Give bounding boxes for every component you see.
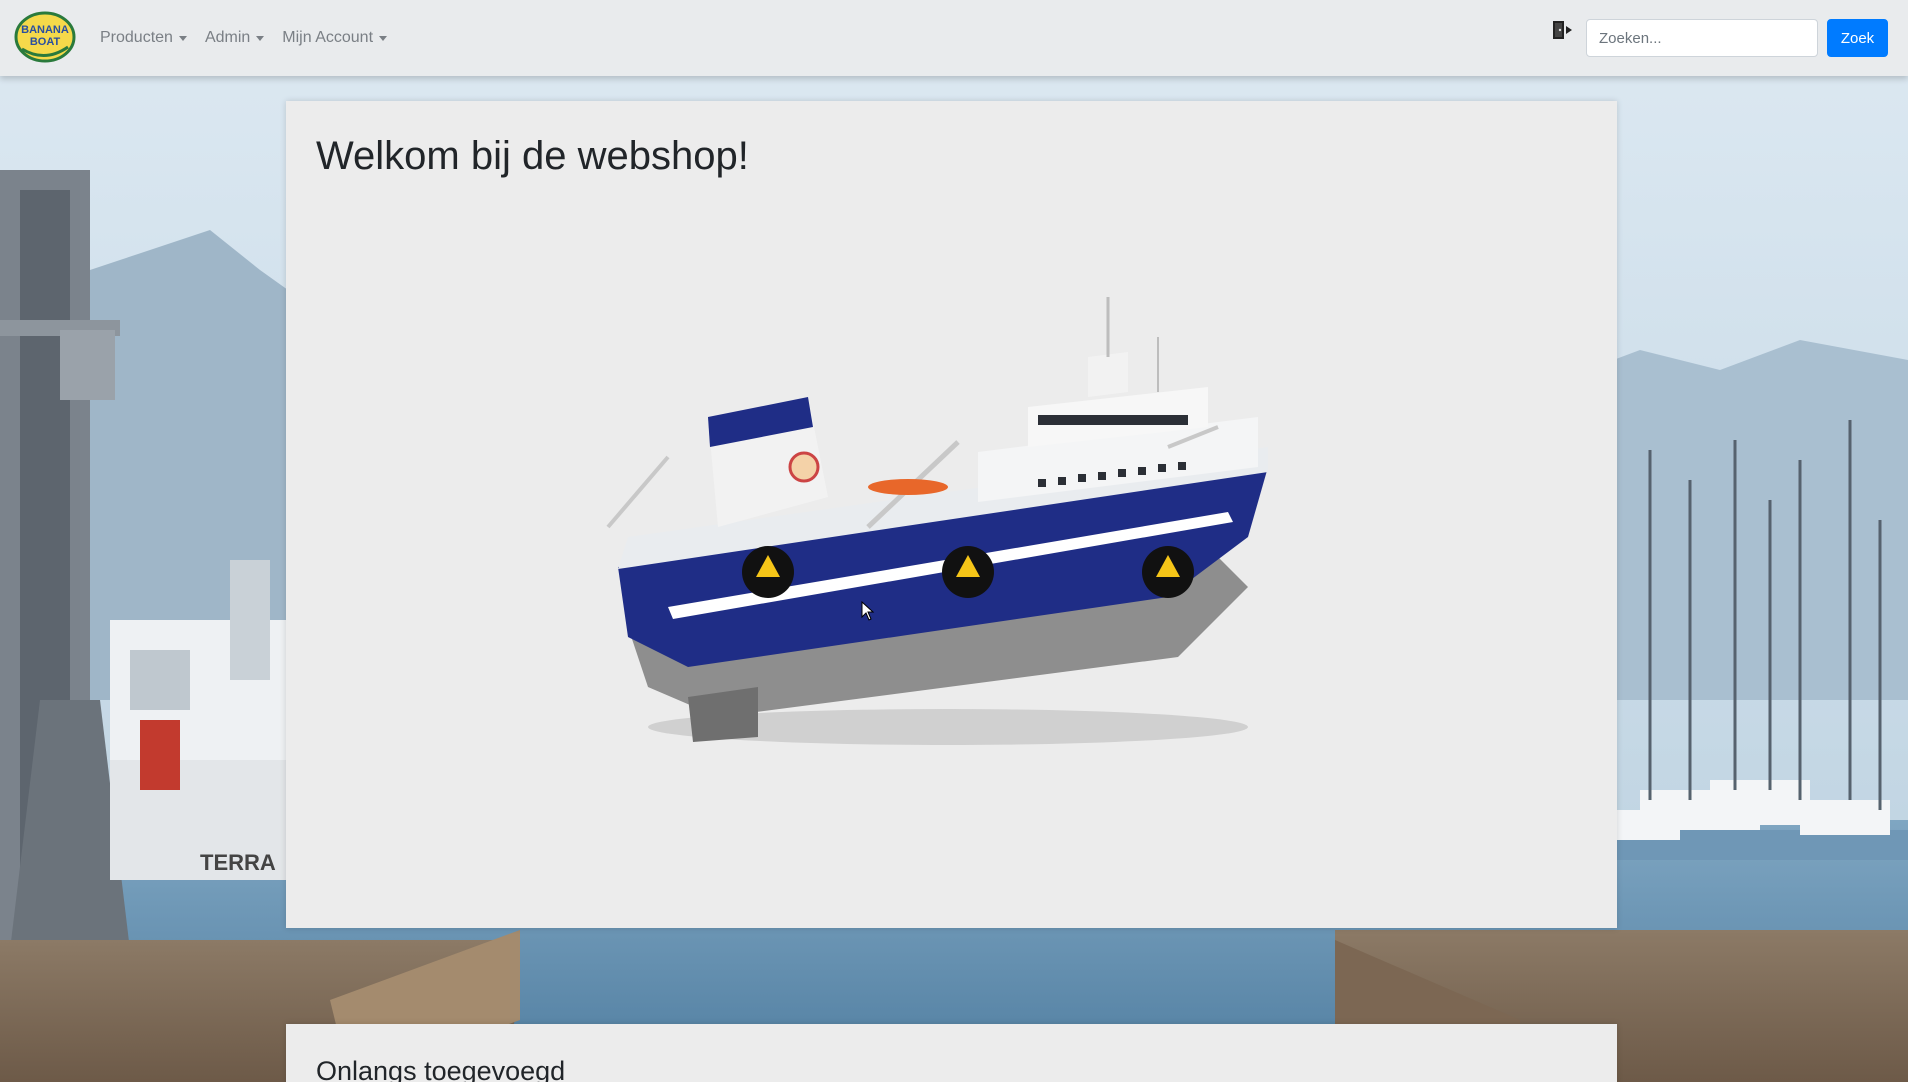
warning-badge bbox=[742, 546, 794, 598]
top-navbar: BANANA BOAT Producten Admin Mijn Account… bbox=[0, 0, 1908, 76]
logout-icon[interactable] bbox=[1551, 19, 1575, 41]
warning-badge bbox=[1142, 546, 1194, 598]
chevron-down-icon bbox=[379, 36, 388, 41]
menu-producten-label: Producten bbox=[100, 29, 173, 46]
main-menu: Producten Admin Mijn Account bbox=[100, 0, 388, 76]
page-title: Welkom bij de webshop! bbox=[316, 134, 749, 178]
menu-admin-label: Admin bbox=[204, 29, 251, 46]
warning-badge bbox=[942, 546, 994, 598]
logo-text-bottom: BOAT bbox=[30, 36, 61, 48]
logo-text-top: BANANA bbox=[21, 24, 69, 36]
recently-added-title: Onlangs toegevoegd bbox=[316, 1056, 566, 1082]
chevron-down-icon bbox=[256, 36, 265, 41]
menu-admin[interactable]: Admin bbox=[204, 29, 265, 47]
recently-added-card: Onlangs toegevoegd bbox=[286, 1024, 1617, 1082]
hero-ship-image bbox=[606, 297, 1268, 745]
welcome-card: Welkom bij de webshop! bbox=[286, 101, 1617, 928]
search-button[interactable]: Zoek bbox=[1827, 19, 1888, 57]
hull-name-text: TERRA bbox=[200, 850, 276, 875]
menu-mijn-account[interactable]: Mijn Account bbox=[282, 29, 388, 47]
mouse-cursor-icon bbox=[861, 601, 875, 621]
banana-boat-logo[interactable]: BANANA BOAT bbox=[14, 9, 76, 65]
menu-producten[interactable]: Producten bbox=[100, 29, 187, 47]
search-input[interactable] bbox=[1586, 19, 1818, 57]
menu-mijn-account-label: Mijn Account bbox=[282, 29, 374, 46]
chevron-down-icon bbox=[178, 36, 187, 41]
